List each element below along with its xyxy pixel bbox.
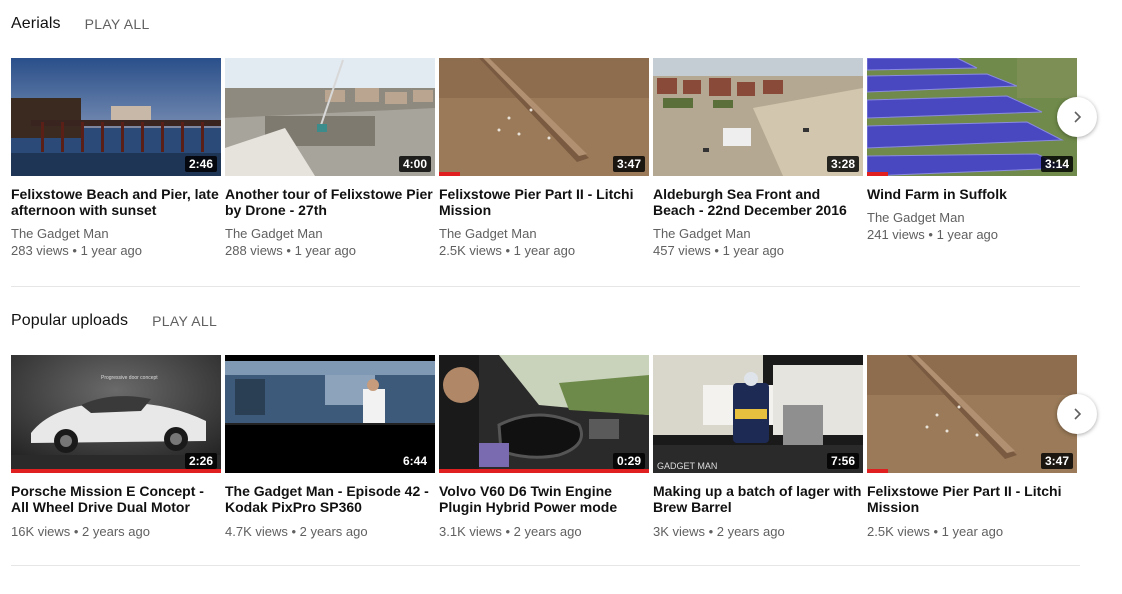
video-card[interactable]: 4:00 Another tour of Felixstowe Pier by … xyxy=(225,58,435,260)
video-card[interactable]: 6:44 The Gadget Man - Episode 42 - Kodak… xyxy=(225,355,435,541)
shelf-next-button[interactable] xyxy=(1057,97,1097,137)
shelf-header: Popular uploads PLAY ALL xyxy=(11,306,1080,336)
video-card[interactable]: 3:47 Felixstowe Pier Part II - Litchi Mi… xyxy=(867,355,1077,541)
video-card[interactable]: 3:47 Felixstowe Pier Part II - Litchi Mi… xyxy=(439,58,649,260)
shelf-next-button[interactable] xyxy=(1057,394,1097,434)
video-meta: 3.1K views • 2 years ago xyxy=(439,524,582,539)
watch-progress-bar xyxy=(439,172,460,176)
thumbnail-caption: Progressive door concept xyxy=(101,375,158,381)
video-thumbnail[interactable]: 0:29 xyxy=(439,355,649,473)
shelf-divider xyxy=(11,565,1080,566)
play-all-button[interactable]: PLAY ALL xyxy=(152,313,217,329)
channel-name[interactable]: The Gadget Man xyxy=(439,226,649,242)
video-title[interactable]: Felixstowe Beach and Pier, late afternoo… xyxy=(11,186,221,218)
video-thumbnail[interactable]: 6:44 xyxy=(225,355,435,473)
video-duration: 2:26 xyxy=(184,453,217,469)
video-meta: 4.7K views • 2 years ago xyxy=(225,524,368,539)
watch-progress-bar xyxy=(439,469,649,473)
video-thumbnail[interactable]: 2:46 xyxy=(11,58,221,176)
shelf-aerials: Aerials PLAY ALL xyxy=(11,9,1080,39)
chevron-right-icon xyxy=(1074,111,1082,123)
video-card[interactable]: GADGET MAN 7:56 Making up a batch of lag… xyxy=(653,355,863,541)
video-card[interactable]: 2:46 Felixstowe Beach and Pier, late aft… xyxy=(11,58,221,260)
video-title[interactable]: Volvo V60 D6 Twin Engine Plugin Hybrid P… xyxy=(439,483,649,515)
video-title[interactable]: Aldeburgh Sea Front and Beach - 22nd Dec… xyxy=(653,186,863,218)
video-thumbnail[interactable]: 4:00 xyxy=(225,58,435,176)
video-meta: 288 views • 1 year ago xyxy=(225,243,357,258)
video-meta: 2.5K views • 1 year ago xyxy=(867,524,1004,539)
video-title[interactable]: Making up a batch of lager with Brew Bar… xyxy=(653,483,863,515)
video-duration: 3:47 xyxy=(612,156,645,172)
video-title[interactable]: Felixstowe Pier Part II - Litchi Mission xyxy=(867,483,1077,515)
watch-progress-bar xyxy=(867,469,888,473)
video-title[interactable]: Another tour of Felixstowe Pier by Drone… xyxy=(225,186,435,218)
shelf-title[interactable]: Popular uploads xyxy=(11,312,128,330)
watch-progress-bar xyxy=(867,172,888,176)
video-thumbnail[interactable]: 3:47 xyxy=(867,355,1077,473)
video-title[interactable]: Porsche Mission E Concept - All Wheel Dr… xyxy=(11,483,221,515)
video-thumbnail[interactable]: 3:28 xyxy=(653,58,863,176)
chevron-right-icon xyxy=(1074,408,1082,420)
shelf-title[interactable]: Aerials xyxy=(11,15,61,33)
channel-name[interactable]: The Gadget Man xyxy=(225,226,435,242)
watch-progress-bar xyxy=(11,469,221,473)
play-all-button[interactable]: PLAY ALL xyxy=(85,16,150,32)
video-meta: 2.5K views • 1 year ago xyxy=(439,243,576,258)
video-title[interactable]: Wind Farm in Suffolk xyxy=(867,186,1077,202)
video-thumbnail[interactable]: Progressive door concept 2:26 xyxy=(11,355,221,473)
channel-name[interactable]: The Gadget Man xyxy=(11,226,221,242)
channel-name[interactable]: The Gadget Man xyxy=(867,210,1077,226)
shelf-popular-uploads: Popular uploads PLAY ALL xyxy=(11,306,1080,336)
video-card[interactable]: 0:29 Volvo V60 D6 Twin Engine Plugin Hyb… xyxy=(439,355,649,541)
video-title[interactable]: The Gadget Man - Episode 42 - Kodak PixP… xyxy=(225,483,435,515)
video-meta: 283 views • 1 year ago xyxy=(11,243,143,258)
video-title[interactable]: Felixstowe Pier Part II - Litchi Mission xyxy=(439,186,649,218)
video-thumbnail[interactable]: 3:47 xyxy=(439,58,649,176)
video-duration: 2:46 xyxy=(184,156,217,172)
video-thumbnail[interactable]: GADGET MAN 7:56 xyxy=(653,355,863,473)
video-duration: 4:00 xyxy=(398,156,431,172)
video-thumbnail[interactable]: 3:14 xyxy=(867,58,1077,176)
video-meta: 241 views • 1 year ago xyxy=(867,227,999,242)
shelf-header: Aerials PLAY ALL xyxy=(11,9,1080,39)
shelf-divider xyxy=(11,286,1080,287)
video-duration: 3:47 xyxy=(1040,453,1073,469)
video-meta: 16K views • 2 years ago xyxy=(11,524,150,539)
thumbnail-caption: GADGET MAN xyxy=(657,461,718,471)
video-meta: 457 views • 1 year ago xyxy=(653,243,785,258)
video-card[interactable]: 3:14 Wind Farm in Suffolk The Gadget Man… xyxy=(867,58,1077,244)
channel-name[interactable]: The Gadget Man xyxy=(653,226,863,242)
video-duration: 7:56 xyxy=(826,453,859,469)
video-duration: 3:28 xyxy=(826,156,859,172)
video-duration: 3:14 xyxy=(1040,156,1073,172)
video-meta: 3K views • 2 years ago xyxy=(653,524,785,539)
video-duration: 0:29 xyxy=(612,453,645,469)
video-duration: 6:44 xyxy=(398,453,431,469)
video-card[interactable]: Progressive door concept 2:26 Porsche Mi… xyxy=(11,355,221,541)
video-card[interactable]: 3:28 Aldeburgh Sea Front and Beach - 22n… xyxy=(653,58,863,260)
